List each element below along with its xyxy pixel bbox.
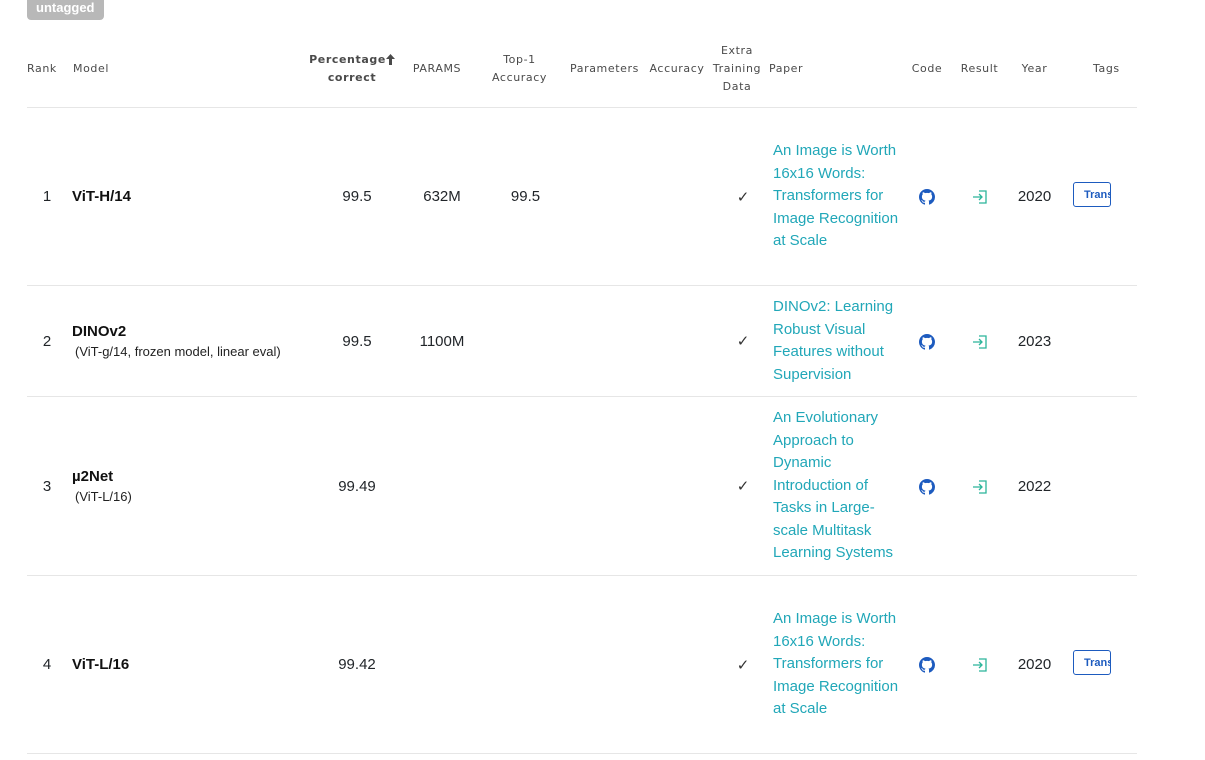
github-icon[interactable] <box>919 333 935 350</box>
model-name[interactable]: DINOv2 <box>67 323 307 340</box>
extra-training-data-check: ✓ <box>707 396 767 576</box>
table-row[interactable]: 4 ViT-L/16 99.42 ✓ An Image is Worth 16x… <box>27 575 1137 754</box>
top1-accuracy-cell <box>477 285 562 397</box>
enter-arrow-icon[interactable] <box>972 334 988 350</box>
model-cell[interactable]: ViT-L/16 <box>67 575 307 754</box>
year-cell: 2020 <box>1007 107 1062 286</box>
header-result: Result <box>952 30 1007 108</box>
params-cell <box>397 396 477 576</box>
top1-accuracy-cell <box>477 396 562 576</box>
code-cell[interactable] <box>902 107 952 286</box>
percentage-correct-cell: 99.42 <box>307 575 397 754</box>
percentage-correct-cell: 99.5 <box>307 107 397 286</box>
accuracy-cell <box>647 285 707 397</box>
header-top1-accuracy[interactable]: Top-1 Accuracy <box>477 30 562 108</box>
github-icon[interactable] <box>919 189 935 205</box>
rank-cell: 2 <box>27 285 67 397</box>
leaderboard-table-container: Rank Model Percentage correct PARAMS Top… <box>27 30 1137 760</box>
github-icon[interactable] <box>919 657 935 673</box>
code-cell[interactable] <box>902 396 952 576</box>
paper-cell[interactable]: An Evolutionary Approach to Dynamic Intr… <box>767 396 902 576</box>
table-header-row: Rank Model Percentage correct PARAMS Top… <box>27 30 1137 108</box>
header-paper: Paper <box>767 30 902 108</box>
sort-arrow-up-icon <box>385 54 395 65</box>
table-row[interactable]: 3 µ2Net (ViT-L/16) 99.49 ✓ An Evolutiona… <box>27 396 1137 576</box>
tags-cell[interactable]: Transformer <box>1062 575 1137 754</box>
accuracy-cell <box>647 107 707 286</box>
header-accuracy[interactable]: Accuracy <box>647 30 707 108</box>
header-extra-training-data[interactable]: Extra Training Data <box>707 30 767 108</box>
enter-arrow-icon[interactable] <box>972 657 988 673</box>
extra-training-data-check: ✓ <box>707 107 767 286</box>
parameters-cell <box>562 396 647 576</box>
code-cell[interactable] <box>902 285 952 397</box>
model-subtitle: (ViT-g/14, frozen model, linear eval) <box>75 344 281 359</box>
paper-link[interactable]: DINOv2: Learning Robust Visual Features … <box>767 288 902 394</box>
parameters-cell <box>562 575 647 754</box>
rank-cell: 4 <box>27 575 67 754</box>
params-cell: 632M <box>397 107 477 286</box>
tags-cell <box>1062 396 1137 576</box>
extra-training-data-check: ✓ <box>707 575 767 754</box>
paper-cell[interactable]: An Image is Worth 16x16 Words: Transform… <box>767 107 902 286</box>
top1-accuracy-cell: 99.5 <box>477 107 562 286</box>
table-row[interactable]: 2 DINOv2 (ViT-g/14, frozen model, linear… <box>27 285 1137 397</box>
header-year[interactable]: Year <box>1007 30 1062 108</box>
table-row[interactable]: 1 ViT-H/14 99.5 632M 99.5 ✓ An Image is … <box>27 107 1137 286</box>
header-rank[interactable]: Rank <box>27 30 67 108</box>
model-subtitle: (ViT-L/16) <box>75 489 132 504</box>
model-name[interactable]: µ2Net <box>67 468 307 485</box>
header-code: Code <box>902 30 952 108</box>
parameters-cell <box>562 107 647 286</box>
tags-cell <box>1062 285 1137 397</box>
model-cell[interactable]: ViT-H/14 <box>67 107 307 286</box>
accuracy-cell <box>647 575 707 754</box>
header-percentage-correct[interactable]: Percentage correct <box>307 30 397 108</box>
model-name[interactable]: ViT-L/16 <box>67 656 307 673</box>
parameters-cell <box>562 285 647 397</box>
paper-link[interactable]: An Evolutionary Approach to Dynamic Intr… <box>767 399 902 573</box>
result-cell[interactable] <box>952 575 1007 754</box>
tags-cell[interactable]: Transformer <box>1062 107 1137 286</box>
code-cell[interactable] <box>902 575 952 754</box>
params-cell: 1100M <box>397 285 477 397</box>
model-cell[interactable]: DINOv2 (ViT-g/14, frozen model, linear e… <box>67 285 307 397</box>
model-cell[interactable]: µ2Net (ViT-L/16) <box>67 396 307 576</box>
header-tags: Tags <box>1062 30 1137 108</box>
paper-cell[interactable]: An Image is Worth 16x16 Words: Transform… <box>767 575 902 754</box>
model-name[interactable]: ViT-H/14 <box>67 188 307 205</box>
paper-cell[interactable]: DINOv2: Learning Robust Visual Features … <box>767 285 902 397</box>
extra-training-data-check: ✓ <box>707 285 767 397</box>
params-cell <box>397 575 477 754</box>
header-params[interactable]: PARAMS <box>397 30 477 108</box>
result-cell[interactable] <box>952 285 1007 397</box>
year-cell: 2023 <box>1007 285 1062 397</box>
result-cell[interactable] <box>952 107 1007 286</box>
year-cell: 2020 <box>1007 575 1062 754</box>
result-cell[interactable] <box>952 396 1007 576</box>
enter-arrow-icon[interactable] <box>972 479 988 495</box>
header-parameters[interactable]: Parameters <box>562 30 647 108</box>
top1-accuracy-cell <box>477 575 562 754</box>
untagged-badge[interactable]: untagged <box>27 0 104 20</box>
rank-cell: 1 <box>27 107 67 286</box>
github-icon[interactable] <box>919 478 935 495</box>
accuracy-cell <box>647 396 707 576</box>
rank-cell: 3 <box>27 396 67 576</box>
enter-arrow-icon[interactable] <box>972 189 988 205</box>
leaderboard-table: Rank Model Percentage correct PARAMS Top… <box>27 30 1137 754</box>
header-model[interactable]: Model <box>67 30 307 108</box>
percentage-correct-cell: 99.5 <box>307 285 397 397</box>
year-cell: 2022 <box>1007 396 1062 576</box>
percentage-correct-cell: 99.49 <box>307 396 397 576</box>
tag-transformer[interactable]: Transformer <box>1073 650 1111 675</box>
paper-link[interactable]: An Image is Worth 16x16 Words: Transform… <box>767 132 902 261</box>
paper-link[interactable]: An Image is Worth 16x16 Words: Transform… <box>767 600 902 729</box>
tag-transformer[interactable]: Transformer <box>1073 182 1111 207</box>
